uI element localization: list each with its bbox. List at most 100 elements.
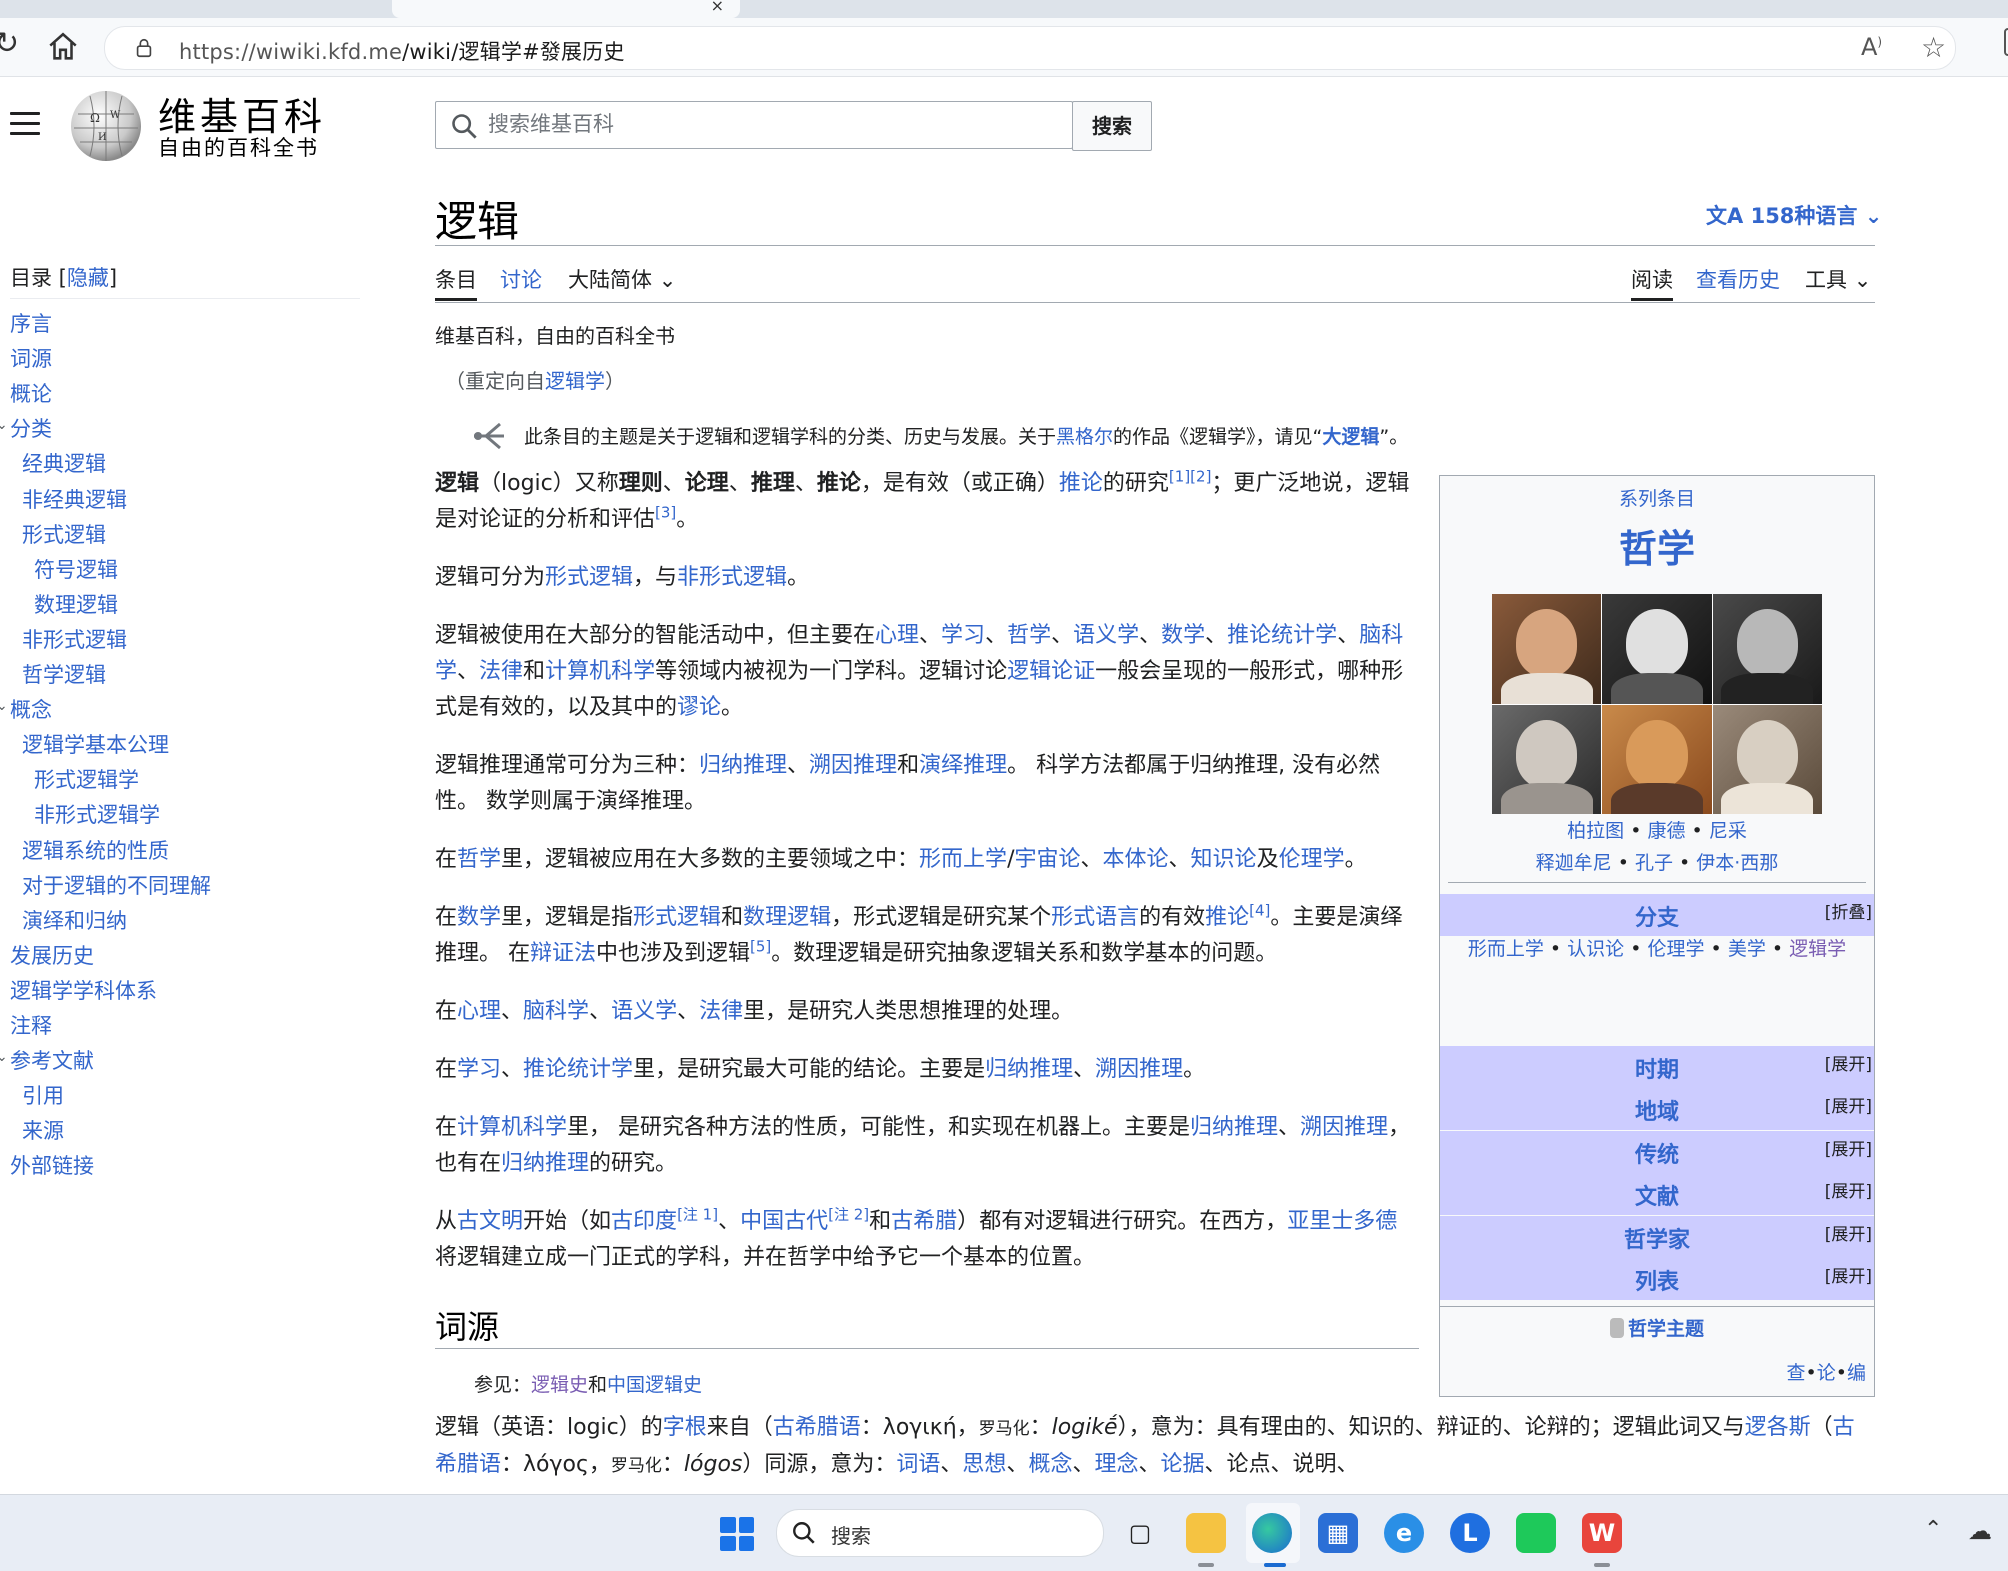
toc-item[interactable]: 注释 (10, 1010, 52, 1040)
file-explorer-icon[interactable] (1186, 1513, 1226, 1553)
taskbar-search[interactable]: 搜索 (776, 1509, 1104, 1557)
favorite-star-icon[interactable]: ☆ (1921, 31, 1946, 64)
redirect-link[interactable]: 逻辑学 (545, 369, 605, 393)
group-toggle[interactable]: [展开] (1825, 1262, 1872, 1287)
link[interactable]: 概念 (1028, 1452, 1072, 1477)
link[interactable]: 推论 (1205, 905, 1249, 930)
branch-link[interactable]: 伦理学 (1647, 938, 1704, 960)
tray-status-icon[interactable]: ☁ (1968, 1517, 1992, 1545)
toc-item[interactable]: 经典逻辑 (22, 448, 106, 478)
group-toggle[interactable]: [展开] (1825, 1050, 1872, 1075)
tab-article[interactable]: 条目 (435, 264, 477, 294)
branch-link[interactable]: 逻辑学 (1789, 938, 1846, 960)
branch-link[interactable]: 认识论 (1567, 938, 1624, 960)
infobox-group-row[interactable]: 分支 [折叠] (1440, 894, 1874, 936)
language-button[interactable]: 文A 158种语言 ⌄ (1706, 200, 1882, 230)
link[interactable]: 思想 (962, 1452, 1006, 1477)
infobox-group-row[interactable]: 地域 [展开] (1440, 1088, 1874, 1130)
link[interactable]: 哲学 (457, 847, 501, 872)
link[interactable]: 逻辑史 (531, 1374, 588, 1396)
blue-app-icon[interactable]: L (1450, 1513, 1490, 1553)
link[interactable]: 推论统计学 (523, 1057, 633, 1082)
branch-link[interactable]: 形而上学 (1468, 938, 1544, 960)
toc-toggle-icon[interactable]: ⌄ (0, 698, 8, 714)
link[interactable]: 论据 (1161, 1452, 1205, 1477)
toc-item[interactable]: 分类 (10, 413, 52, 443)
group-toggle[interactable]: [展开] (1825, 1092, 1872, 1117)
group-toggle[interactable]: [展开] (1825, 1177, 1872, 1202)
link[interactable]: 字根 (663, 1415, 707, 1440)
citation[interactable]: [2] (1190, 468, 1211, 486)
wikipedia-globe-logo[interactable]: Ω W И (68, 88, 144, 164)
infobox-group-row[interactable]: 时期 [展开] (1440, 1046, 1874, 1088)
infobox-group-row[interactable]: 哲学家 [展开] (1440, 1216, 1874, 1258)
link[interactable]: 语义学 (611, 999, 677, 1024)
link[interactable]: 溯因推理 (1095, 1057, 1183, 1082)
link[interactable]: 伦理学 (1279, 847, 1345, 872)
main-menu-icon[interactable] (10, 112, 40, 138)
link[interactable]: 哲学 (1007, 623, 1051, 648)
link[interactable]: 逻辑论证 (1007, 659, 1095, 684)
vte-link[interactable]: 编 (1847, 1362, 1866, 1384)
toc-item[interactable]: 逻辑学学科体系 (10, 975, 157, 1005)
toc-hide-link[interactable]: 隐藏 (67, 266, 109, 290)
link[interactable]: 归纳推理 (1190, 1115, 1278, 1140)
link[interactable]: 大逻辑 (1322, 426, 1379, 448)
philosophy-portal-link[interactable]: 哲学主题 (1440, 1314, 1874, 1341)
toc-item[interactable]: 非形式逻辑学 (34, 799, 160, 829)
infobox-link[interactable]: 尼采 (1709, 820, 1747, 842)
toc-item[interactable]: 来源 (22, 1115, 64, 1145)
tab-close-icon[interactable]: × (711, 0, 724, 15)
link[interactable]: 逻各斯 (1745, 1415, 1811, 1440)
link[interactable]: 归纳推理 (699, 753, 787, 778)
group-toggle[interactable]: [展开] (1825, 1220, 1872, 1245)
toc-toggle-icon[interactable]: ⌄ (0, 417, 8, 433)
link[interactable]: 推论 (1059, 471, 1103, 496)
link[interactable]: 法律 (479, 659, 523, 684)
link[interactable]: 脑科学 (523, 999, 589, 1024)
infobox-group-row[interactable]: 传统 [展开] (1440, 1131, 1874, 1173)
link[interactable]: 学习 (941, 623, 985, 648)
link[interactable]: 理念 (1094, 1452, 1138, 1477)
toc-item[interactable]: 形式逻辑 (22, 519, 106, 549)
address-bar[interactable]: https://wiwiki.kfd.me/wiki/逻辑学#發展历史 A) ☆ (104, 26, 1956, 70)
link[interactable]: 中国古代 (740, 1209, 828, 1234)
citation[interactable]: [5] (750, 938, 771, 956)
branch-link[interactable]: 美学 (1728, 938, 1766, 960)
infobox-group-row[interactable]: 列表 [展开] (1440, 1258, 1874, 1300)
toc-item[interactable]: 引用 (22, 1080, 64, 1110)
infobox-link[interactable]: 康德 (1647, 820, 1685, 842)
tab-talk[interactable]: 讨论 (500, 264, 542, 294)
link[interactable]: 计算机科学 (545, 659, 655, 684)
search-input[interactable] (488, 108, 1048, 140)
link[interactable]: 形式语言 (1051, 905, 1139, 930)
toc-item[interactable]: 非形式逻辑 (22, 624, 127, 654)
link[interactable]: 形式逻辑 (545, 565, 633, 590)
task-view-icon[interactable]: ▢ (1120, 1513, 1160, 1553)
link[interactable]: 中国逻辑史 (607, 1374, 702, 1396)
link[interactable]: 计算机科学 (457, 1115, 567, 1140)
philosopher-portraits-image[interactable] (1492, 594, 1822, 814)
link[interactable]: 知识论 (1191, 847, 1257, 872)
group-toggle[interactable]: [展开] (1825, 1135, 1872, 1160)
link[interactable]: 形式逻辑 (633, 905, 721, 930)
infobox-series-label[interactable]: 系列条目 (1440, 484, 1874, 511)
vte-link[interactable]: 论 (1817, 1362, 1836, 1384)
toc-item[interactable]: 对于逻辑的不同理解 (22, 870, 211, 900)
link[interactable]: 演绎推理 (919, 753, 1007, 778)
toc-item[interactable]: 数理逻辑 (34, 589, 118, 619)
wps-office-icon[interactable]: W (1582, 1513, 1622, 1553)
infobox-title[interactable]: 哲学 (1440, 518, 1874, 573)
toc-item[interactable]: 哲学逻辑 (22, 659, 106, 689)
link[interactable]: 非形式逻辑 (677, 565, 787, 590)
read-aloud-icon[interactable]: A) (1861, 33, 1882, 61)
microsoft-store-icon[interactable]: ▦ (1318, 1513, 1358, 1553)
vte-link[interactable]: 查 (1787, 1362, 1806, 1384)
link[interactable]: 归纳推理 (501, 1151, 589, 1176)
toc-item[interactable]: 符号逻辑 (34, 554, 118, 584)
link[interactable]: 亚里士多德 (1287, 1209, 1397, 1234)
tab-tools[interactable]: 工具 ⌄ (1805, 264, 1871, 294)
search-button[interactable]: 搜索 (1072, 101, 1152, 151)
link[interactable]: 古希腊语 (773, 1415, 861, 1440)
link[interactable]: 归纳推理 (985, 1057, 1073, 1082)
